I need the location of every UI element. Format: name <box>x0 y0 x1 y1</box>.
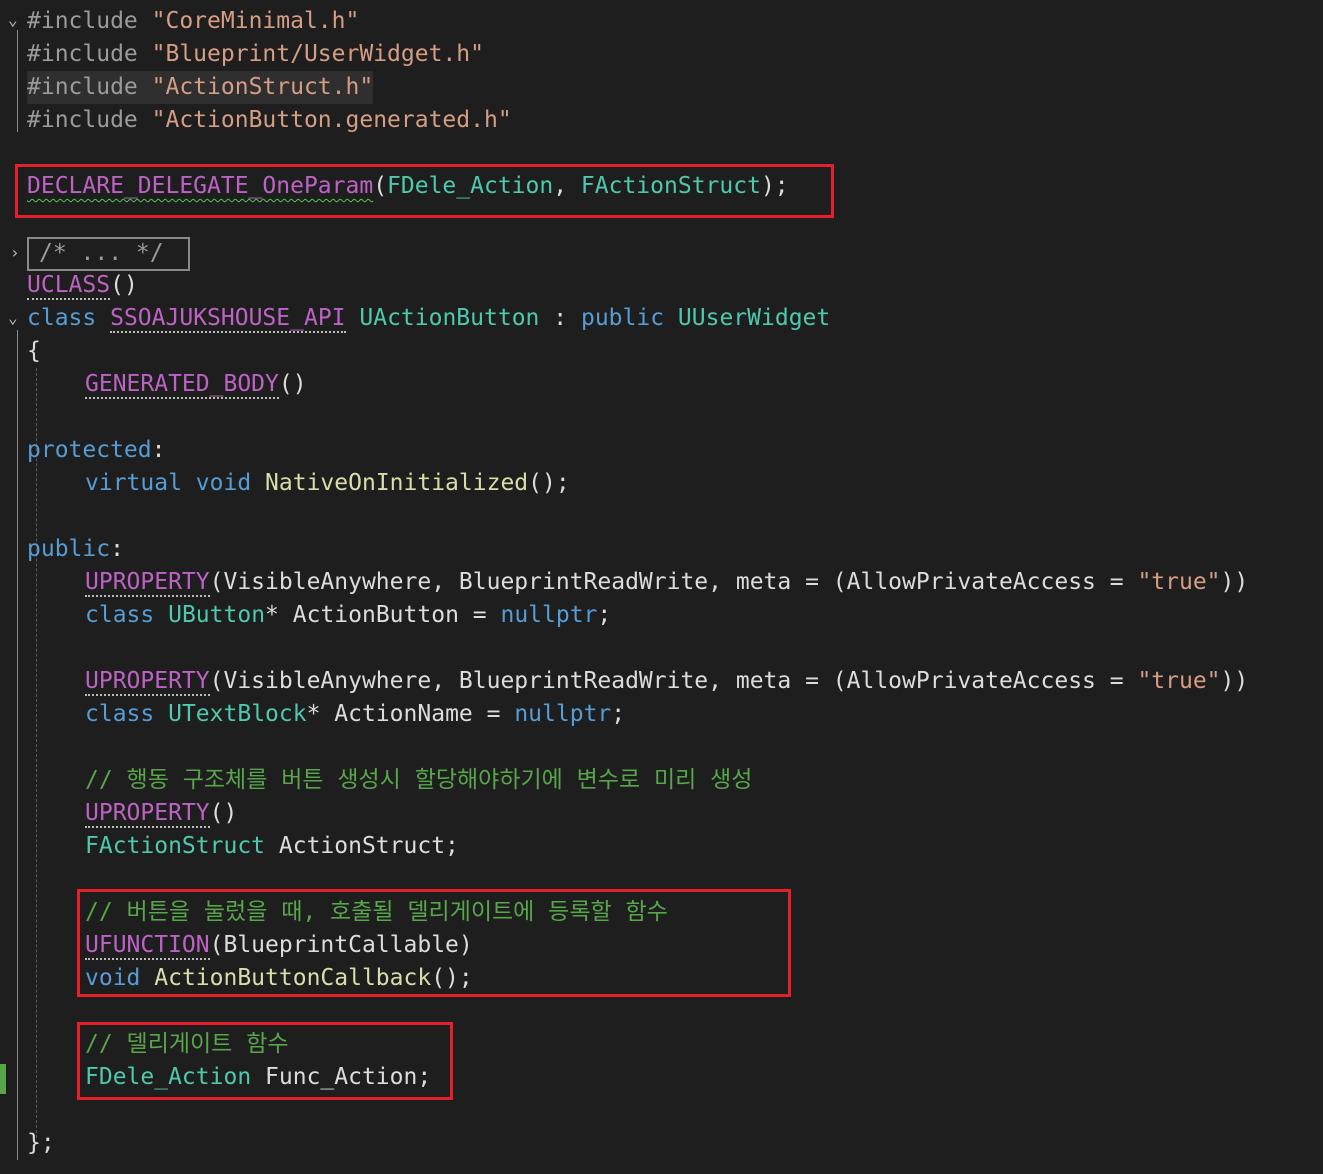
include-path: "ActionStruct.h" <box>151 74 374 100</box>
include-keyword: #include <box>27 74 138 100</box>
void-keyword: void <box>195 470 252 496</box>
uclass-macro: UCLASS <box>27 272 111 300</box>
code-line: #include "ActionStruct.h" <box>27 71 374 104</box>
code-line: UCLASS() <box>27 272 138 300</box>
nullptr-keyword: nullptr <box>514 701 612 727</box>
code-line: virtual void NativeOnInitialized(); <box>85 470 570 496</box>
include-path: "CoreMinimal.h" <box>151 8 360 34</box>
string-literal: "true" <box>1137 668 1221 694</box>
native-on-initialized: NativeOnInitialized <box>265 470 529 496</box>
include-keyword: #include <box>27 107 138 133</box>
class-keyword: class <box>85 602 155 628</box>
type-name: UTextBlock <box>168 701 307 727</box>
fold-collapse-icon[interactable]: ⌄ <box>8 10 18 30</box>
string-literal: "true" <box>1137 569 1221 595</box>
type-name: FActionStruct <box>85 833 266 859</box>
indent-guide <box>36 368 37 1138</box>
generated-body-macro: GENERATED_BODY <box>85 371 279 399</box>
highlight-box-callback <box>77 889 791 997</box>
highlight-box-delegate <box>77 1022 453 1100</box>
include-keyword: #include <box>27 41 138 67</box>
variable-name: ActionButton <box>292 602 459 628</box>
specifier: AllowPrivateAccess <box>846 569 1096 595</box>
specifier: BlueprintReadWrite <box>458 668 709 694</box>
code-line: FActionStruct ActionStruct; <box>85 833 459 859</box>
specifier: meta <box>735 569 792 595</box>
code-line: UPROPERTY(VisibleAnywhere, BlueprintRead… <box>85 668 1249 696</box>
specifier: AllowPrivateAccess <box>846 668 1096 694</box>
fold-guide <box>17 30 18 132</box>
variable-name: ActionStruct <box>278 833 446 859</box>
fold-expand-icon[interactable]: › <box>10 243 20 263</box>
collapsed-comment[interactable]: /* ... */ <box>27 237 190 271</box>
code-line: }; <box>27 1130 55 1156</box>
code-line: class SSOAJUKSHOUSE_API UActionButton : … <box>27 305 831 333</box>
public-label: public <box>27 536 111 562</box>
class-keyword: class <box>85 701 155 727</box>
code-line: public: <box>27 536 124 562</box>
code-line: #include "ActionButton.generated.h" <box>27 104 512 137</box>
nullptr-keyword: nullptr <box>500 602 598 628</box>
uproperty-macro: UPROPERTY <box>85 800 210 828</box>
code-line: class UTextBlock* ActionName = nullptr; <box>85 701 626 727</box>
class-name: UActionButton <box>359 305 540 331</box>
fold-collapse-icon[interactable]: ⌄ <box>8 308 18 328</box>
code-line: UPROPERTY(VisibleAnywhere, BlueprintRead… <box>85 569 1249 597</box>
include-keyword: #include <box>27 8 138 34</box>
comment-line: // 행동 구조체를 버튼 생성시 할당해야하기에 변수로 미리 생성 <box>85 767 753 793</box>
include-path: "ActionButton.generated.h" <box>151 107 512 133</box>
type-name: UButton <box>168 602 266 628</box>
virtual-keyword: virtual <box>85 470 182 496</box>
fold-guide <box>17 330 18 1160</box>
protected-label: protected <box>27 437 152 463</box>
highlight-box-declare <box>15 164 834 218</box>
code-line: GENERATED_BODY() <box>85 371 307 399</box>
specifier: meta <box>735 668 792 694</box>
api-macro: SSOAJUKSHOUSE_API <box>110 305 346 333</box>
code-line: #include "CoreMinimal.h" <box>27 5 359 38</box>
specifier: VisibleAnywhere <box>223 668 432 694</box>
uproperty-macro: UPROPERTY <box>85 569 210 597</box>
public-keyword: public <box>580 305 665 331</box>
code-line: #include "Blueprint/UserWidget.h" <box>27 38 484 71</box>
code-line: UPROPERTY() <box>85 800 238 828</box>
specifier: VisibleAnywhere <box>223 569 432 595</box>
class-keyword: class <box>27 305 97 331</box>
change-indicator <box>0 1064 6 1094</box>
base-class: UUserWidget <box>677 305 831 331</box>
variable-name: ActionName <box>334 701 473 727</box>
include-path: "Blueprint/UserWidget.h" <box>151 41 484 67</box>
code-line: { <box>27 338 41 364</box>
code-line: class UButton* ActionButton = nullptr; <box>85 602 612 628</box>
code-editor[interactable]: ⌄ › ⌄ #include "CoreMinimal.h" #include … <box>0 0 1323 1174</box>
specifier: BlueprintReadWrite <box>458 569 709 595</box>
code-line: protected: <box>27 437 166 463</box>
uproperty-macro: UPROPERTY <box>85 668 210 696</box>
